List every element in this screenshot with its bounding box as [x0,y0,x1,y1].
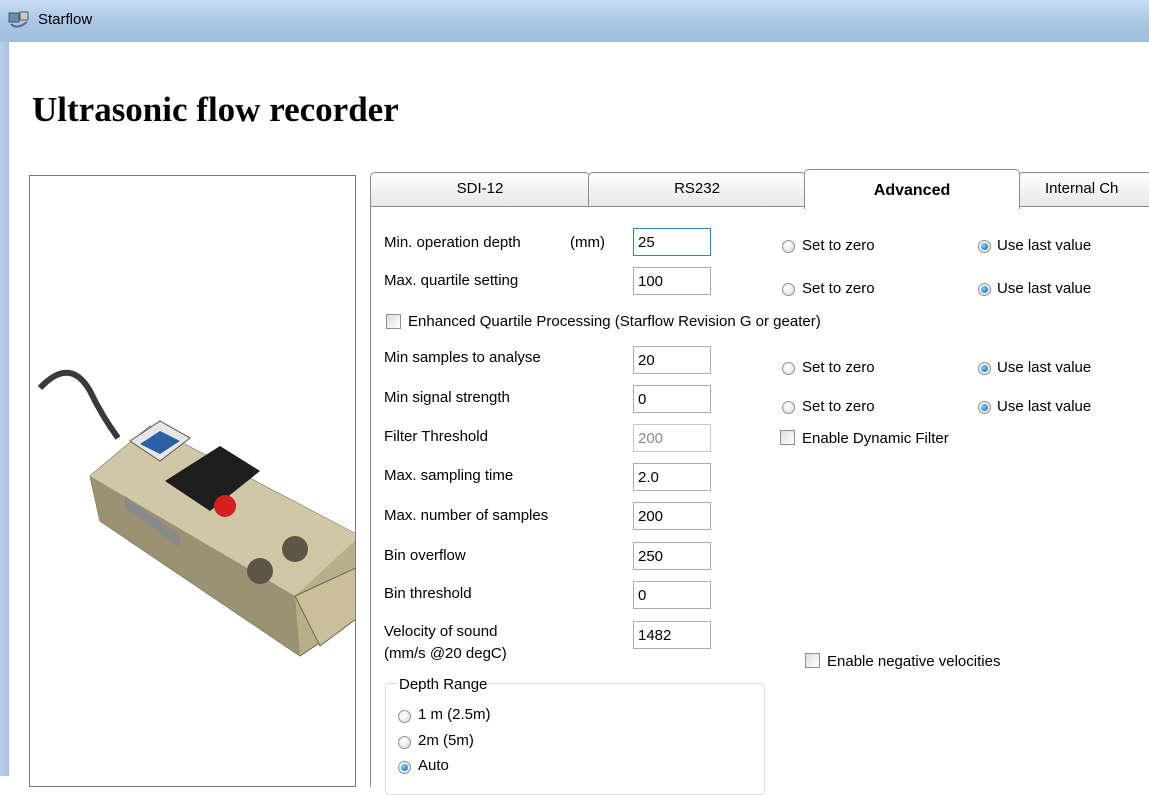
max-quartile-label: Max. quartile setting [384,272,519,289]
tab-internal-ch[interactable]: Internal Ch [1018,172,1149,206]
min-operation-depth-unit: (mm) [570,234,605,251]
depth-range-option-label: Auto [418,757,449,774]
tab-advanced[interactable]: Advanced [804,169,1020,209]
tab-label: Advanced [873,182,951,199]
velocity-of-sound-input[interactable] [633,621,711,649]
max-sampling-time-label: Max. sampling time [384,467,514,484]
bin-threshold-label: Bin threshold [384,585,472,602]
device-image-panel [29,175,361,787]
negative-velocities-checkbox[interactable] [805,653,820,668]
window-title: Starflow [38,11,93,28]
min-operation-depth-input[interactable] [633,228,711,256]
min-depth-set-to-zero-radio[interactable] [782,240,795,253]
min-signal-label: Min signal strength [384,389,510,406]
max-samples-label: Max. number of samples [384,507,549,524]
use-last-value-label: Use last value [997,359,1092,376]
velocity-of-sound-label: Velocity of sound [384,623,498,640]
min-samples-use-last-value-radio[interactable] [978,362,991,375]
page-title: Ultrasonic flow recorder [32,90,399,129]
tab-rs232[interactable]: RS232 [588,172,806,206]
negative-velocities-label: Enable negative velocities [827,653,1001,670]
enhanced-quartile-checkbox[interactable] [386,314,401,329]
use-last-value-label: Use last value [997,398,1092,415]
max-sampling-time-input[interactable] [633,463,711,491]
depth-range-2m-radio[interactable] [398,736,411,749]
max-quartile-input[interactable] [633,267,711,295]
min-depth-use-last-value-radio[interactable] [978,240,991,253]
filter-threshold-input [633,424,711,452]
bin-overflow-label: Bin overflow [384,547,466,564]
bin-overflow-input[interactable] [633,542,711,570]
min-samples-input[interactable] [633,346,711,374]
filter-threshold-label: Filter Threshold [384,428,488,445]
max-quartile-set-to-zero-radio[interactable] [782,283,795,296]
depth-range-auto-radio[interactable] [398,761,411,774]
set-to-zero-label: Set to zero [802,359,875,376]
tab-label: Internal Ch [1045,180,1119,197]
bin-threshold-input[interactable] [633,581,711,609]
dynamic-filter-label: Enable Dynamic Filter [802,430,949,447]
tab-label: RS232 [674,180,720,197]
title-bar: Starflow [0,0,1149,43]
min-signal-use-last-value-radio[interactable] [978,401,991,414]
dynamic-filter-checkbox[interactable] [780,430,795,445]
starflow-app-icon [8,10,30,32]
min-samples-set-to-zero-radio[interactable] [782,362,795,375]
min-samples-label: Min samples to analyse [384,349,541,366]
velocity-of-sound-unit-label: (mm/s @20 degC) [384,645,507,662]
depth-range-option-label: 2m (5m) [418,732,474,749]
max-quartile-use-last-value-radio[interactable] [978,283,991,296]
tab-sdi-12[interactable]: SDI-12 [370,172,590,206]
min-operation-depth-label: Min. operation depth [384,234,521,251]
enhanced-quartile-label: Enhanced Quartile Processing (Starflow R… [408,313,821,330]
min-signal-set-to-zero-radio[interactable] [782,401,795,414]
tab-label: SDI-12 [456,180,504,197]
use-last-value-label: Use last value [997,280,1092,297]
depth-range-title: Depth Range [397,676,490,693]
use-last-value-label: Use last value [997,237,1092,254]
max-samples-input[interactable] [633,502,711,530]
set-to-zero-label: Set to zero [802,398,875,415]
depth-range-option-label: 1 m (2.5m) [418,706,491,723]
min-signal-input[interactable] [633,385,711,413]
set-to-zero-label: Set to zero [802,237,875,254]
depth-range-1m-radio[interactable] [398,710,411,723]
ultrasonic-sensor-image [37,369,361,657]
set-to-zero-label: Set to zero [802,280,875,297]
window-frame [0,42,9,776]
